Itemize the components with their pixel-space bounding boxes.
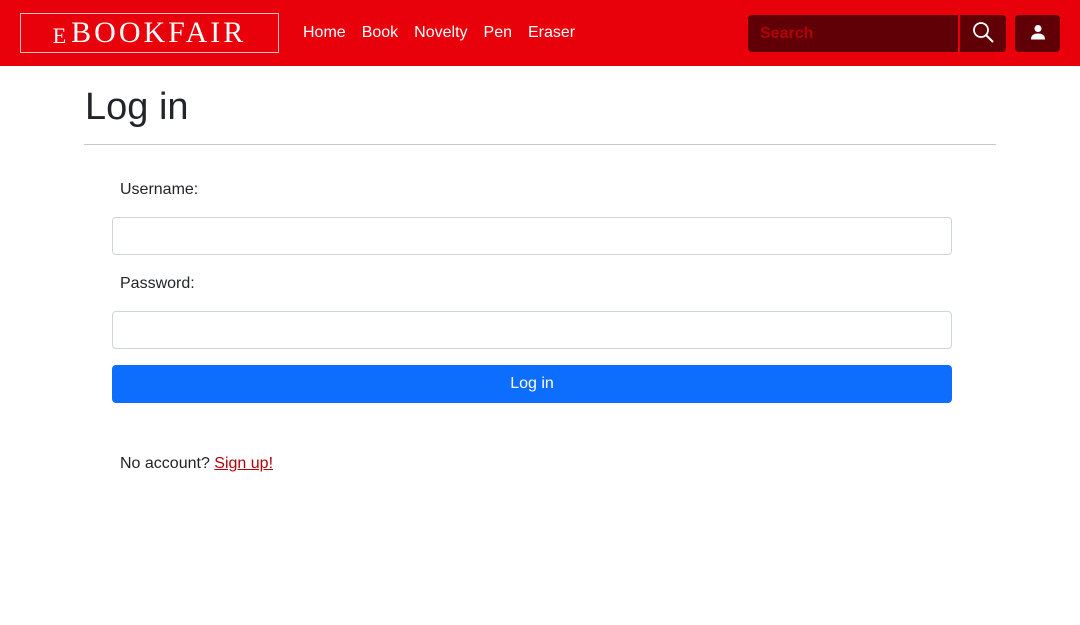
brand-logo-prefix: E bbox=[52, 23, 70, 48]
nav-link-eraser[interactable]: Eraser bbox=[528, 24, 575, 42]
username-label: Username: bbox=[120, 181, 199, 198]
user-account-button[interactable] bbox=[1015, 15, 1060, 52]
page-title: Log in bbox=[85, 86, 189, 128]
brand-logo[interactable]: E BOOKFAIR bbox=[20, 13, 279, 53]
search-icon bbox=[972, 21, 994, 46]
navbar: E BOOKFAIR Home Book Novelty Pen Eraser bbox=[0, 0, 1080, 66]
signup-prompt-line: No account? Sign up! bbox=[120, 455, 273, 473]
login-button[interactable]: Log in bbox=[112, 365, 952, 403]
password-label: Password: bbox=[120, 275, 195, 292]
nav-link-home[interactable]: Home bbox=[303, 24, 346, 42]
nav-link-book[interactable]: Book bbox=[362, 24, 398, 42]
user-icon bbox=[1030, 24, 1046, 43]
signup-prompt-text: No account? bbox=[120, 455, 210, 472]
brand-logo-name: BOOKFAIR bbox=[71, 16, 247, 49]
signup-link[interactable]: Sign up! bbox=[214, 455, 273, 472]
nav-link-novelty[interactable]: Novelty bbox=[414, 24, 467, 42]
title-divider bbox=[84, 144, 996, 145]
search-input[interactable] bbox=[748, 15, 958, 52]
nav-link-pen[interactable]: Pen bbox=[484, 24, 512, 42]
search-button[interactable] bbox=[960, 15, 1006, 52]
password-input[interactable] bbox=[112, 311, 952, 349]
username-input[interactable] bbox=[112, 217, 952, 255]
nav-links: Home Book Novelty Pen Eraser bbox=[303, 0, 591, 66]
